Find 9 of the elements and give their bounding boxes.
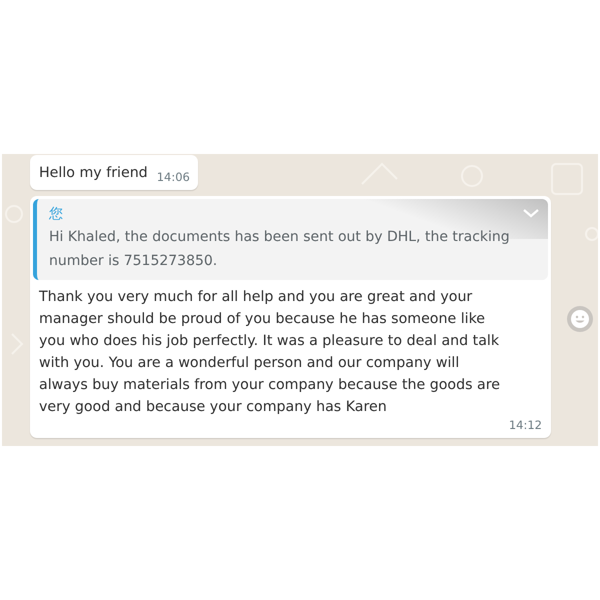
- quoted-message[interactable]: 您 Hi Khaled, the documents has been sent out by DHL, the tracking number is 7515273850.: [33, 199, 548, 280]
- chevron-down-icon[interactable]: [522, 208, 540, 218]
- message-time: 14:06: [156, 170, 190, 184]
- message-text: Hello my friend: [39, 164, 148, 183]
- quote-sender: 您: [49, 205, 63, 224]
- message-time: 14:12: [508, 418, 542, 432]
- quote-text: Hi Khaled, the documents has been sent out by DHL, the tracking number is 7515273850.: [49, 228, 511, 271]
- message-text: Thank you very much for all help and you are great and your manager should be proud of you because he has someone like you who does his job perfectly. It was a pleasure to deal and talk with you. You are a wonderful person and our company will always buy materials from your company because the goods are very good and because your company has Karen: [39, 288, 501, 417]
- emoji-icon[interactable]: [565, 304, 595, 334]
